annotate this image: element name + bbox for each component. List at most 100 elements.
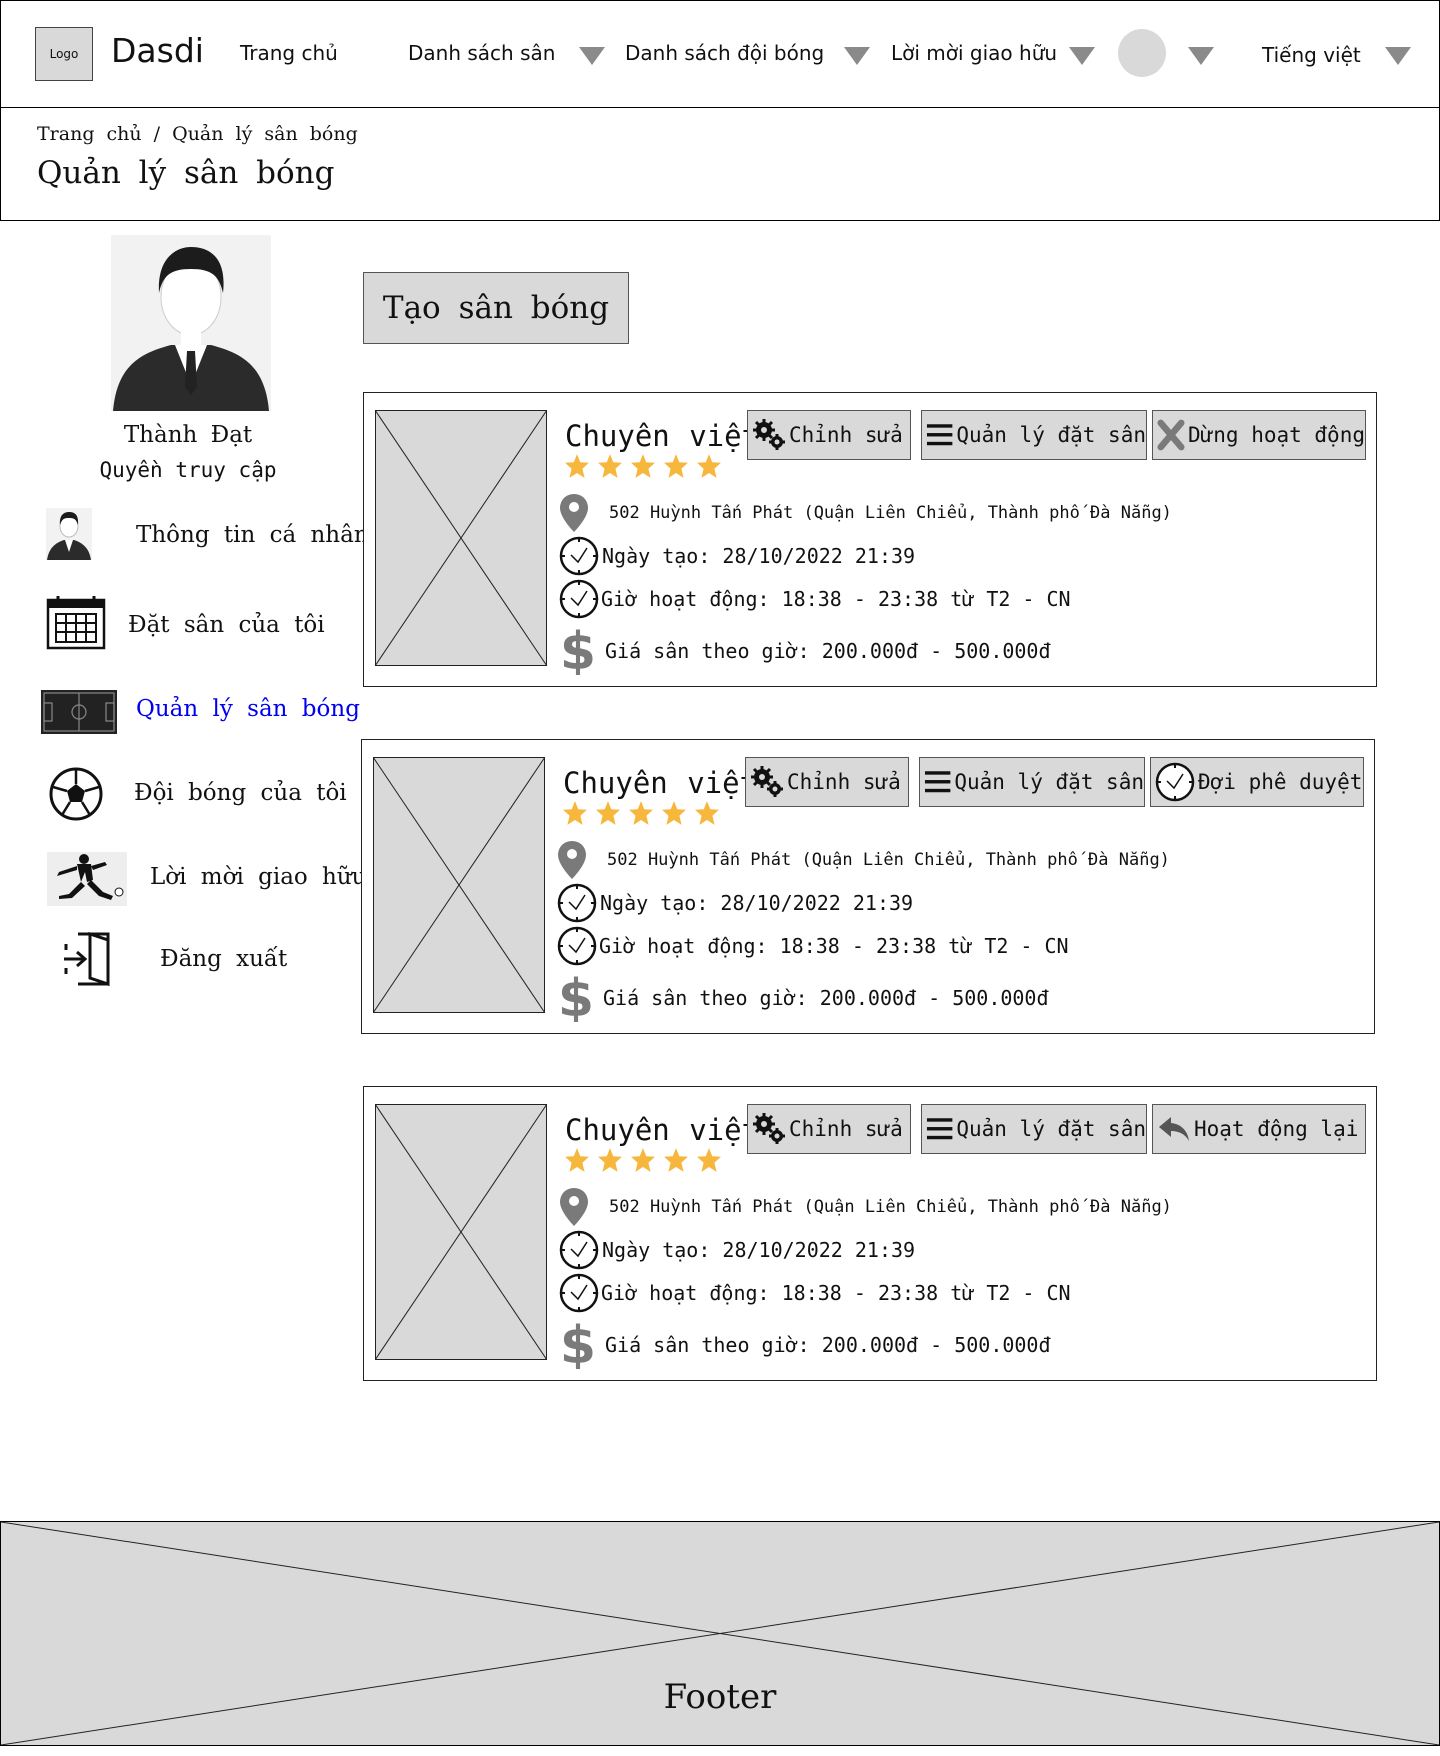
brand-name[interactable]: Dasdi [111,31,204,70]
location-pin-icon [560,1188,588,1226]
manage-bookings-button[interactable]: Quản lý đặt sân [919,757,1145,807]
field-name[interactable]: Chuyên việt [563,766,757,800]
breadcrumb[interactable]: Trang chủ / Quản lý sân bóng [37,123,358,145]
dollar-icon: $ [560,627,596,675]
avatar[interactable] [1118,29,1166,77]
price-row: $ Giá sân theo giờ: 200.000đ - 500.000đ [559,1321,1051,1369]
field-name[interactable]: Chuyên việt [565,1113,759,1147]
chevron-down-icon[interactable] [1069,47,1095,65]
field-card: Chuyên việt Chỉnh sửa Quản lý đặt sân Dừ… [363,392,1377,687]
location-pin-icon [560,494,588,532]
hours-row: Giờ hoạt động: 18:38 - 23:38 từ T2 - CN [559,1273,1071,1313]
status-action-label: Hoạt động lại [1194,1117,1359,1141]
address-row: 502 Huỳnh Tấn Phát (Quận Liên Chiểu, Thà… [559,493,1172,533]
star-icon [697,1148,721,1172]
menu-icon [924,771,951,793]
star-icon [565,1148,589,1172]
nav-invitations[interactable]: Lời mời giao hữu [891,41,1057,65]
star-icon [598,1148,622,1172]
star-icon [664,454,688,478]
address-text: 502 Huỳnh Tấn Phát (Quận Liên Chiểu, Thà… [609,1197,1172,1217]
sidebar-item-field-management[interactable]: Quản lý sân bóng [40,676,360,746]
star-icon [629,801,653,825]
edit-label: Chỉnh sửa [789,1117,903,1141]
created-text: Ngày tạo: 28/10/2022 21:39 [602,1238,916,1262]
status-action-label: Đợi phê duyệt [1198,770,1363,794]
hours-row: Giờ hoạt động: 18:38 - 23:38 từ T2 - CN [557,926,1069,966]
calendar-icon [46,596,106,650]
sidebar-item-logout[interactable]: Đăng xuất [40,926,360,996]
deactivate-button[interactable]: Dừng hoạt động [1152,410,1366,460]
page-header: Trang chủ / Quản lý sân bóng Quản lý sân… [0,107,1440,221]
sidebar-item-profile[interactable]: Thông tin cá nhân [40,502,369,572]
user-role: Quyền truy cập [99,458,277,482]
svg-text:$: $ [560,1321,596,1369]
address-row: 502 Huỳnh Tấn Phát (Quận Liên Chiểu, Thà… [559,1187,1172,1227]
created-text: Ngày tạo: 28/10/2022 21:39 [602,544,916,568]
star-icon [563,801,587,825]
sidebar-item-bookings[interactable]: Đặt sân của tôi [40,590,360,660]
price-text: Giá sân theo giờ: 200.000đ - 500.000đ [605,639,1051,663]
chevron-down-icon[interactable] [1188,47,1214,65]
star-icon [596,801,620,825]
gear-icon [753,1113,785,1144]
profile-photo [111,235,271,411]
address-row: 502 Huỳnh Tấn Phát (Quận Liên Chiểu, Thà… [557,840,1170,880]
star-icon [662,801,686,825]
chevron-down-icon[interactable] [844,47,870,65]
create-field-button[interactable]: Tạo sân bóng [363,272,629,344]
price-row: $ Giá sân theo giờ: 200.000đ - 500.000đ [559,627,1051,675]
price-text: Giá sân theo giờ: 200.000đ - 500.000đ [603,986,1049,1010]
clock-icon [559,1273,599,1313]
manage-label: Quản lý đặt sân [954,770,1144,794]
nav-field-list[interactable]: Danh sách sân [408,41,555,65]
logout-icon [64,931,110,987]
field-icon [41,690,117,734]
edit-button[interactable]: Chỉnh sửa [745,757,909,807]
page-title: Quản lý sân bóng [37,155,335,191]
chevron-down-icon[interactable] [579,47,605,65]
created-row: Ngày tạo: 28/10/2022 21:39 [559,1230,915,1270]
edit-label: Chỉnh sửa [789,423,903,447]
gear-icon [751,766,783,797]
chevron-down-icon[interactable] [1385,47,1411,65]
sidebar-item-label: Đặt sân của tôi [128,612,325,638]
star-icon [664,1148,688,1172]
sidebar-item-label: Đội bóng của tôi [134,780,347,806]
menu-icon [926,1118,953,1140]
footer: Footer [0,1521,1440,1746]
sidebar-item-my-team[interactable]: Đội bóng của tôi [40,758,360,828]
menu-icon [926,424,953,446]
edit-button[interactable]: Chỉnh sửa [747,410,911,460]
sidebar-item-label: Lời mời giao hữu [150,864,367,890]
address-text: 502 Huỳnh Tấn Phát (Quận Liên Chiểu, Thà… [607,850,1170,870]
logo[interactable]: Logo [35,27,93,81]
svg-text:$: $ [560,627,596,675]
user-name: Thành Đạt [123,422,253,448]
field-name[interactable]: Chuyên việt [565,419,759,453]
price-row: $ Giá sân theo giờ: 200.000đ - 500.000đ [557,974,1049,1022]
clock-icon [1155,762,1195,802]
address-text: 502 Huỳnh Tấn Phát (Quận Liên Chiểu, Thà… [609,503,1172,523]
player-kick-icon [47,852,127,906]
pending-approval-button[interactable]: Đợi phê duyệt [1150,757,1364,807]
sidebar-item-invitations[interactable]: Lời mời giao hữu [40,842,367,912]
manage-bookings-button[interactable]: Quản lý đặt sân [921,1104,1147,1154]
language-selector[interactable]: Tiếng việt [1262,43,1361,67]
star-icon [631,454,655,478]
reactivate-button[interactable]: Hoạt động lại [1152,1104,1366,1154]
nav-home[interactable]: Trang chủ [240,41,338,65]
star-icon [631,1148,655,1172]
created-text: Ngày tạo: 28/10/2022 21:39 [600,891,914,915]
location-pin-icon [558,841,586,879]
rating-stars [564,453,722,479]
manage-bookings-button[interactable]: Quản lý đặt sân [921,410,1147,460]
created-row: Ngày tạo: 28/10/2022 21:39 [557,883,913,923]
field-card: Chuyên việt Chỉnh sửa Quản lý đặt sân Ho… [363,1086,1377,1381]
nav-team-list[interactable]: Danh sách đội bóng [625,41,824,65]
field-image-placeholder [375,410,547,666]
user-icon [46,508,92,560]
top-navbar: Logo Dasdi Trang chủ Danh sách sân Danh … [0,0,1440,108]
edit-button[interactable]: Chỉnh sửa [747,1104,911,1154]
star-icon [695,801,719,825]
